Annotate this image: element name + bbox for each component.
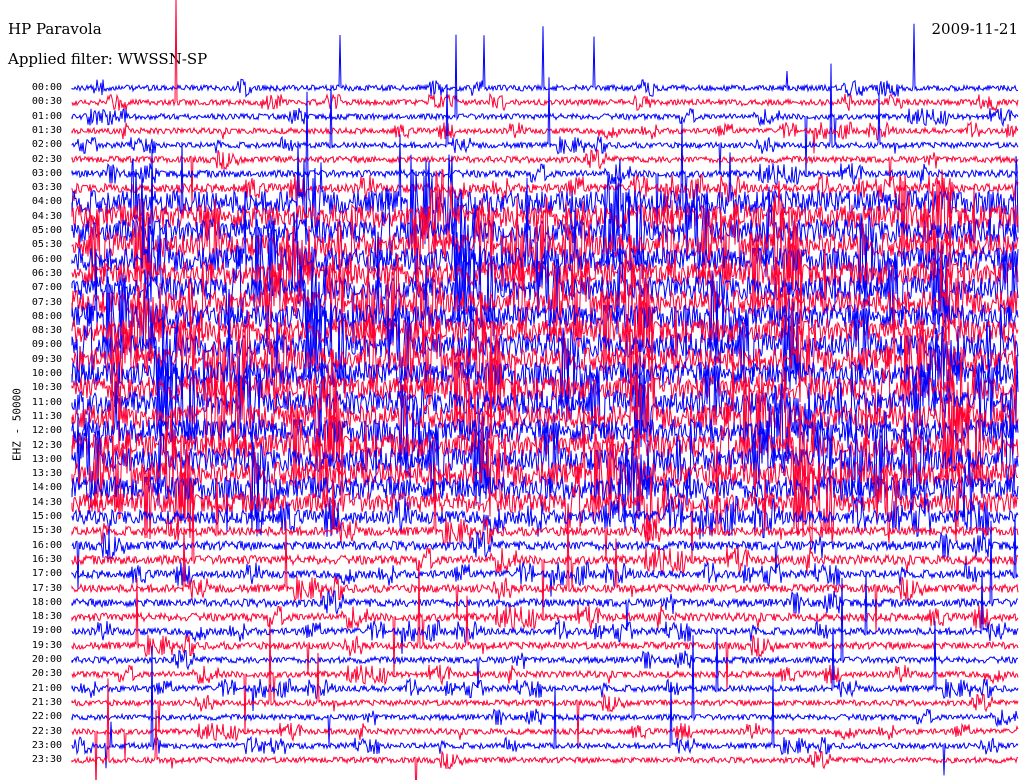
trace-row <box>71 23 1019 98</box>
trace-row <box>71 645 1019 776</box>
trace-row <box>71 620 1019 712</box>
trace-row <box>71 513 1019 597</box>
trace-row <box>71 506 1019 633</box>
helicorder-plot <box>71 0 1019 780</box>
trace-row <box>71 678 1019 780</box>
trace-row <box>71 605 1019 678</box>
trace-row <box>71 621 1019 748</box>
trace-row <box>71 34 1019 177</box>
trace-row <box>71 0 1019 113</box>
trace-row <box>71 120 1019 154</box>
trace-row <box>71 722 1019 780</box>
